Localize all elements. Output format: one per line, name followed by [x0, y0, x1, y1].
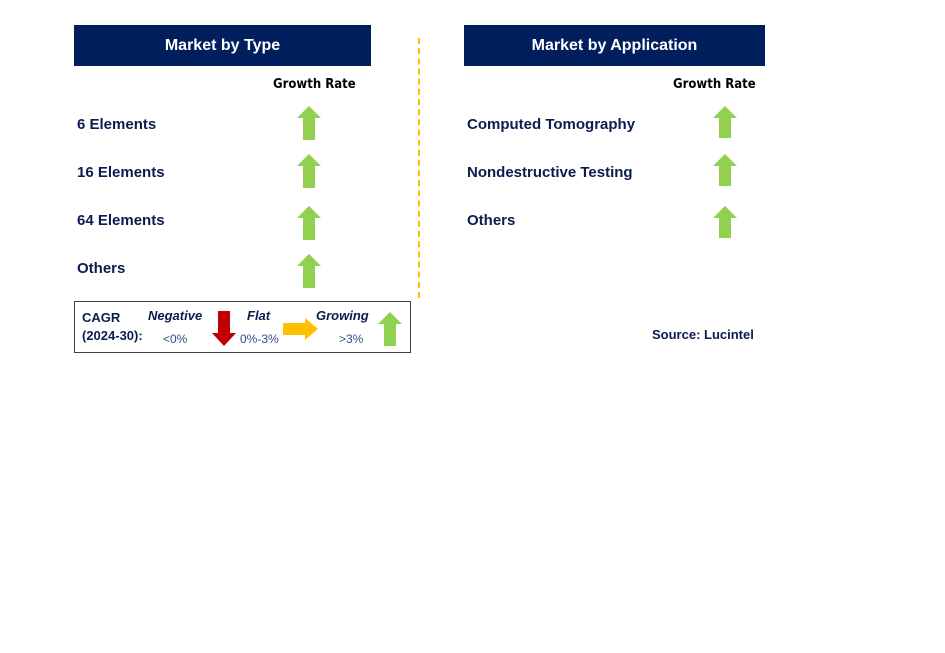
- type-item-16-elements: 16 Elements: [77, 164, 165, 181]
- application-item-computed-tomography: Computed Tomography: [467, 116, 636, 133]
- legend-flat-range: 0%-3%: [240, 332, 279, 346]
- market-by-application-header: Market by Application: [464, 25, 765, 66]
- left-growth-rate-label: Growth Rate: [273, 77, 356, 92]
- legend-negative-range: <0%: [163, 332, 188, 346]
- application-item-nondestructive-testing: Nondestructive Testing: [467, 164, 633, 181]
- legend-growing-range: >3%: [339, 332, 364, 346]
- arrow-up-icon: [297, 206, 321, 240]
- arrow-up-icon: [713, 154, 737, 186]
- application-item-others: Others: [467, 212, 516, 229]
- legend-negative-label: Negative: [148, 308, 203, 323]
- type-item-6-elements: 6 Elements: [77, 116, 157, 133]
- arrow-up-icon: [713, 106, 737, 138]
- legend-period-label: (2024-30):: [82, 328, 143, 343]
- market-by-type-header: Market by Type: [74, 25, 371, 66]
- market-by-type-title: Market by Type: [164, 36, 281, 54]
- arrow-up-icon: [713, 206, 737, 238]
- right-growth-rate-label: Growth Rate: [673, 77, 756, 92]
- type-item-others: Others: [77, 260, 126, 277]
- arrow-up-icon: [297, 154, 321, 188]
- arrow-up-icon: [297, 106, 321, 140]
- arrow-up-icon: [297, 254, 321, 288]
- legend-growing-label: Growing: [316, 308, 369, 323]
- source-label: Source: Lucintel: [652, 327, 754, 342]
- panel-divider: [418, 38, 420, 298]
- arrow-down-icon: [212, 311, 236, 346]
- arrow-right-icon: [283, 318, 318, 340]
- legend-flat-label: Flat: [247, 308, 271, 323]
- type-item-64-elements: 64 Elements: [77, 212, 165, 229]
- market-by-application-title: Market by Application: [531, 36, 698, 54]
- legend-cagr-label: CAGR: [82, 310, 121, 325]
- arrow-up-icon: [378, 312, 402, 346]
